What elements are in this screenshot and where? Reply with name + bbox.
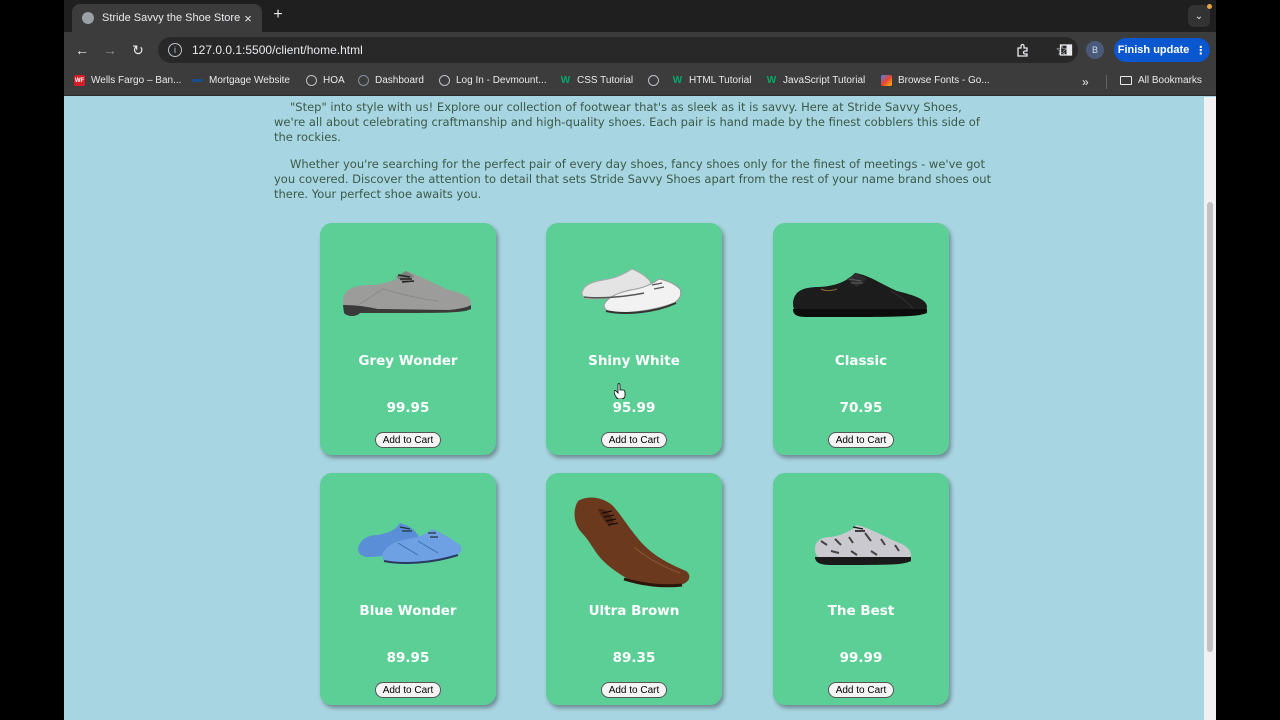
product-name: Grey Wonder xyxy=(358,353,458,369)
more-bookmarks-icon[interactable]: » xyxy=(1082,75,1089,89)
finish-update-label: Finish update xyxy=(1117,44,1190,56)
bookmark-label: Wells Fargo – Ban... xyxy=(91,75,182,86)
folder-icon xyxy=(1120,76,1132,85)
bookmark-dashboard[interactable]: Dashboard xyxy=(358,75,424,86)
intro-paragraph-1: "Step" into style with us! Explore our c… xyxy=(274,100,980,144)
close-tab-icon[interactable]: × xyxy=(240,11,256,26)
product-price: 95.99 xyxy=(612,400,656,416)
w3-icon: W xyxy=(672,75,683,86)
product-price: 99.95 xyxy=(386,400,430,416)
product-price: 99.99 xyxy=(839,650,883,666)
reload-button[interactable]: ↻ xyxy=(128,40,148,60)
shoe-image-snakeskin xyxy=(815,525,911,565)
bookmark-label: Browse Fonts - Go... xyxy=(898,75,990,86)
add-to-cart-button[interactable]: Add to Cart xyxy=(375,682,441,698)
product-card: Blue Wonder 89.95 Add to Cart xyxy=(320,473,496,705)
google-fonts-icon xyxy=(881,75,892,86)
bookmark-google-fonts[interactable]: Browse Fonts - Go... xyxy=(881,75,990,86)
shoe-image-white xyxy=(581,268,682,314)
address-bar[interactable]: i 127.0.0.1:5500/client/home.html ☆ xyxy=(158,37,1078,63)
scrollbar-thumb[interactable] xyxy=(1207,202,1213,652)
product-price: 89.95 xyxy=(386,650,430,666)
add-to-cart-button[interactable]: Add to Cart xyxy=(601,432,667,448)
product-card: Grey Wonder 99.95 Add to Cart xyxy=(320,223,496,455)
add-to-cart-button[interactable]: Add to Cart xyxy=(375,432,441,448)
globe-icon xyxy=(648,75,659,86)
globe-icon xyxy=(306,75,317,86)
bookmark-label: Dashboard xyxy=(375,75,424,86)
tab-active[interactable]: Stride Savvy the Shoe Store × xyxy=(72,4,262,32)
bookmark-label: HOA xyxy=(323,75,345,86)
bookmark-javascript-tutorial[interactable]: W JavaScript Tutorial xyxy=(766,75,866,86)
tab-strip: Stride Savvy the Shoe Store × + ⌄ xyxy=(64,0,1216,32)
bookmark-label: CSS Tutorial xyxy=(577,75,634,86)
browser-toolbar: ← → ↻ i 127.0.0.1:5500/client/home.html … xyxy=(64,32,1216,68)
bookmark-wells-fargo[interactable]: WF Wells Fargo – Ban... xyxy=(74,75,181,86)
bookmark-mortgage[interactable]: Mortgage Website xyxy=(192,75,290,86)
bookmarks-bar: WF Wells Fargo – Ban... Mortgage Website… xyxy=(64,68,1216,96)
page-scrollbar[interactable] xyxy=(1204,97,1216,720)
side-panel-icon[interactable] xyxy=(1057,41,1075,59)
finish-update-button[interactable]: Finish update ⋮ xyxy=(1114,38,1210,62)
new-tab-button[interactable]: + xyxy=(268,6,288,24)
shoe-image-brown xyxy=(574,497,690,588)
extensions-icon[interactable] xyxy=(1014,41,1032,59)
wells-fargo-icon: WF xyxy=(74,75,85,86)
page-content: "Step" into style with us! Explore our c… xyxy=(64,97,1204,720)
bookmark-html-tutorial[interactable]: W HTML Tutorial xyxy=(672,75,752,86)
bookmark-label: Mortgage Website xyxy=(209,75,290,86)
product-price: 89.35 xyxy=(612,650,656,666)
mortgage-icon xyxy=(192,79,203,82)
bookmark-label: HTML Tutorial xyxy=(689,75,752,86)
add-to-cart-button[interactable]: Add to Cart xyxy=(828,432,894,448)
intro-text: "Step" into style with us! Explore our c… xyxy=(274,100,994,214)
profile-avatar[interactable]: B xyxy=(1086,41,1104,59)
product-name: Blue Wonder xyxy=(359,603,457,619)
globe-icon xyxy=(82,12,94,24)
product-name: The Best xyxy=(827,603,895,619)
add-to-cart-button[interactable]: Add to Cart xyxy=(601,682,667,698)
product-name: Ultra Brown xyxy=(588,603,680,619)
bookmark-devmountain[interactable]: Log In - Devmount... xyxy=(439,75,547,86)
product-card: Shiny White 95.99 Add to Cart xyxy=(546,223,722,455)
browser-window: Stride Savvy the Shoe Store × + ⌄ ← → ↻ … xyxy=(64,0,1216,720)
shoe-image-black xyxy=(793,273,927,317)
bookmarks-divider xyxy=(1106,75,1107,89)
more-menu-icon: ⋮ xyxy=(1195,44,1207,57)
bookmark-css-tutorial[interactable]: W CSS Tutorial xyxy=(560,75,633,86)
forward-button[interactable]: → xyxy=(100,40,120,60)
bookmark-globe[interactable] xyxy=(648,75,665,86)
back-button[interactable]: ← xyxy=(72,40,92,60)
product-price: 70.95 xyxy=(839,400,883,416)
product-name: Classic xyxy=(834,353,888,369)
product-name: Shiny White xyxy=(588,353,680,369)
hand-cursor-icon xyxy=(614,383,626,399)
w3-icon: W xyxy=(766,75,777,86)
add-to-cart-button[interactable]: Add to Cart xyxy=(828,682,894,698)
bookmark-hoa[interactable]: HOA xyxy=(306,75,345,86)
shoe-image-grey xyxy=(343,271,471,316)
intro-paragraph-2: Whether you're searching for the perfect… xyxy=(274,157,992,201)
tab-search-button[interactable]: ⌄ xyxy=(1188,5,1210,27)
tab-title: Stride Savvy the Shoe Store xyxy=(102,12,241,24)
all-bookmarks-label: All Bookmarks xyxy=(1138,75,1202,86)
product-card: The Best 99.99 Add to Cart xyxy=(773,473,949,705)
url-text[interactable]: 127.0.0.1:5500/client/home.html xyxy=(192,43,1055,57)
notification-dot xyxy=(1207,4,1212,9)
product-card: Classic 70.95 Add to Cart xyxy=(773,223,949,455)
shoe-image-blue xyxy=(358,523,462,564)
dashboard-icon xyxy=(358,75,369,86)
all-bookmarks-button[interactable]: All Bookmarks xyxy=(1120,75,1202,86)
w3-icon: W xyxy=(560,75,571,86)
product-card: Ultra Brown 89.35 Add to Cart xyxy=(546,473,722,705)
bookmark-label: Log In - Devmount... xyxy=(456,75,547,86)
globe-icon xyxy=(439,75,450,86)
site-info-icon[interactable]: i xyxy=(168,43,182,57)
bookmark-label: JavaScript Tutorial xyxy=(783,75,866,86)
